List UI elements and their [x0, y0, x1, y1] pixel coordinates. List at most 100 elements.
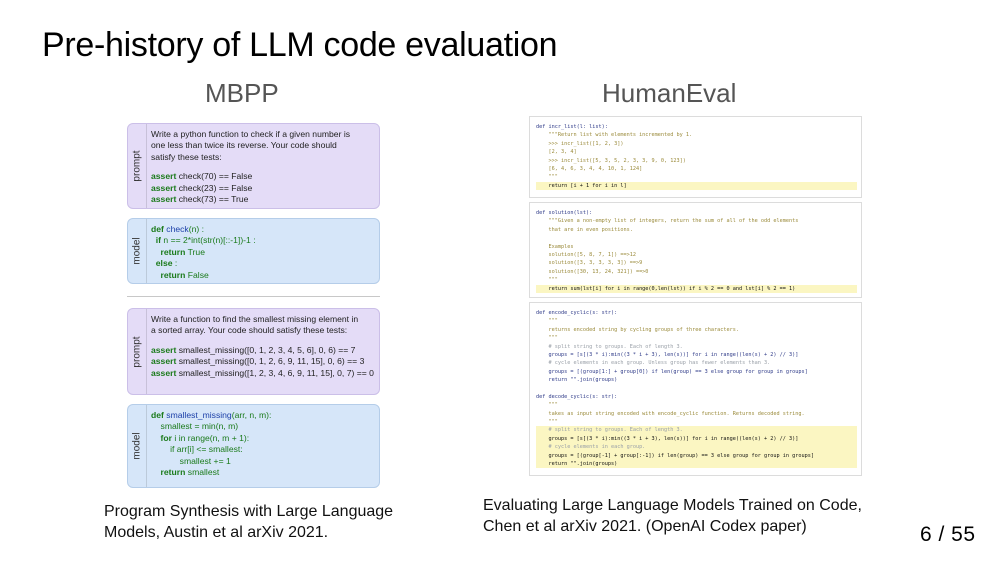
code-line: if arr[i] <= smallest:: [151, 444, 375, 455]
assert-text: smallest_missing([0, 1, 2, 3, 4, 5, 6], …: [176, 344, 356, 355]
assert-keyword: assert: [151, 182, 177, 193]
prompt-tab: prompt: [128, 124, 147, 208]
code-line: for i in range(n, m + 1):: [151, 433, 375, 444]
mbpp-prompt-box-1: prompt Write a python function to check …: [127, 123, 380, 209]
code-line: def solution(lst):: [536, 210, 593, 216]
prompt-line: Write a function to find the smallest mi…: [151, 314, 359, 324]
prompt-line: Write a python function to check if a gi…: [151, 129, 351, 139]
code-line: else :: [151, 258, 375, 269]
code-line: solution([3, 3, 3, 3, 3]) ==>9: [536, 260, 643, 267]
code-line: [6, 4, 6, 3, 4, 4, 10, 1, 124]: [536, 165, 643, 172]
code-line: Examples: [536, 243, 574, 250]
code-keyword: for: [151, 432, 173, 443]
code-line: >>> incr_list([5, 3, 5, 2, 3, 3, 9, 0, 1…: [536, 157, 686, 164]
code-keyword: def: [151, 410, 164, 420]
code-line: groups = [s[(3 * i):min((3 * i + 3), len…: [536, 434, 857, 444]
code-function-name: check: [163, 224, 189, 234]
code-text: :: [172, 258, 178, 269]
prompt-label: prompt: [131, 150, 143, 182]
humaneval-snippet-2: def solution(lst): """Given a non-empty …: [529, 202, 862, 298]
mbpp-prompt-text-1: Write a python function to check if a gi…: [151, 129, 375, 205]
code-line: # split string to groups. Each of length…: [536, 426, 857, 435]
mbpp-caption: Program Synthesis with Large Language Mo…: [104, 503, 394, 541]
code-block: def solution(lst): """Given a non-empty …: [536, 209, 857, 293]
model-tab: model: [128, 405, 147, 487]
mbpp-heading: MBPP: [205, 78, 279, 108]
code-line: # cycle elements in each group. Unless g…: [536, 360, 771, 367]
code-line: return False: [151, 270, 375, 281]
code-block: def encode_cyclic(s: str): """ returns e…: [536, 309, 857, 469]
code-line: """: [536, 174, 558, 181]
prompt-line: one less than twice its reverse. Your co…: [151, 140, 337, 151]
code-line: solution([30, 13, 24, 321]) ==>0: [536, 268, 649, 275]
model-label: model: [131, 237, 143, 265]
assert-line: assert smallest_missing([0, 1, 2, 3, 4, …: [151, 345, 375, 356]
code-keyword: return: [151, 269, 186, 280]
code-line: takes as input string encoded with encod…: [536, 410, 805, 417]
prompt-line: a sorted array. Your code should satisfy…: [151, 325, 348, 336]
code-keyword: if: [151, 235, 162, 246]
code-line: """: [536, 419, 558, 426]
assert-keyword: assert: [151, 344, 177, 355]
humaneval-heading: HumanEval: [602, 78, 737, 108]
code-text: smallest += 1: [151, 455, 231, 466]
assert-text: check(23) == False: [176, 182, 253, 193]
prompt-line: satisfy these tests:: [151, 151, 222, 162]
divider: [127, 296, 380, 297]
code-keyword: return: [151, 246, 186, 257]
code-text: (n) :: [188, 224, 205, 234]
code-line: return [i + 1 for i in l]: [536, 181, 857, 191]
code-line: """: [536, 318, 558, 325]
code-line: smallest = min(n, m): [151, 421, 375, 432]
assert-line: assert check(73) == True: [151, 194, 375, 205]
code-text: False: [185, 269, 209, 280]
prompt-tab: prompt: [128, 309, 147, 394]
code-text: True: [185, 246, 205, 257]
code-line: # split string to groups. Each of length…: [536, 343, 683, 350]
humaneval-snippet-3: def encode_cyclic(s: str): """ returns e…: [529, 302, 862, 476]
code-line: smallest += 1: [151, 456, 375, 467]
humaneval-caption: Evaluating Large Language Models Trained…: [483, 497, 862, 535]
assert-line: assert check(70) == False: [151, 171, 375, 182]
assert-line: assert smallest_missing([1, 2, 3, 4, 6, …: [151, 368, 375, 379]
code-text: (arr, n, m):: [231, 410, 272, 420]
assert-keyword: assert: [151, 356, 177, 367]
assert-keyword: assert: [151, 171, 177, 182]
code-line: [2, 3, 4]: [536, 149, 577, 156]
assert-line: assert smallest_missing([0, 1, 2, 6, 9, …: [151, 356, 375, 367]
code-line: """Given a non-empty list of integers, r…: [536, 218, 799, 225]
code-line: def smallest_missing(arr, n, m):: [151, 410, 375, 421]
code-text: i in range(n, m + 1):: [172, 432, 250, 443]
assert-keyword: assert: [151, 194, 177, 205]
code-line: return "".join(groups): [536, 377, 618, 384]
code-function-name: smallest_missing: [163, 410, 232, 420]
code-line: # cycle elements in each group.: [536, 443, 857, 452]
code-line: def incr_list(l: list):: [536, 124, 608, 130]
page-number: 6 / 55: [920, 523, 976, 546]
code-text: n == 2*int(str(n)[::-1])-1 :: [161, 235, 256, 246]
code-block: def incr_list(l: list): """Return list w…: [536, 123, 857, 191]
code-text: if arr[i] <= smallest:: [151, 444, 243, 455]
code-keyword: return: [151, 467, 186, 478]
mbpp-model-code-1: def check(n) : if n == 2*int(str(n)[::-1…: [151, 224, 375, 281]
code-keyword: def: [151, 224, 164, 234]
code-line: if n == 2*int(str(n)[::-1])-1 :: [151, 235, 375, 246]
code-line: return sum(lst[i] for i in range(0,len(l…: [536, 284, 857, 293]
code-line: solution([5, 8, 7, 1]) ==>12: [536, 251, 636, 258]
code-line: """: [536, 277, 558, 284]
humaneval-snippet-1: def incr_list(l: list): """Return list w…: [529, 116, 862, 198]
mbpp-model-box-2: model def smallest_missing(arr, n, m): s…: [127, 404, 380, 488]
code-line: return smallest: [151, 467, 375, 478]
assert-keyword: assert: [151, 367, 177, 378]
code-text: smallest: [185, 467, 220, 478]
code-text: smallest = min(n, m): [151, 421, 239, 432]
model-tab: model: [128, 219, 147, 283]
assert-text: smallest_missing([1, 2, 3, 4, 6, 9, 11, …: [176, 367, 374, 378]
assert-line: assert check(23) == False: [151, 183, 375, 194]
code-line: groups = [s[(3 * i):min((3 * i + 3), len…: [536, 351, 799, 358]
code-line: def encode_cyclic(s: str):: [536, 310, 618, 316]
